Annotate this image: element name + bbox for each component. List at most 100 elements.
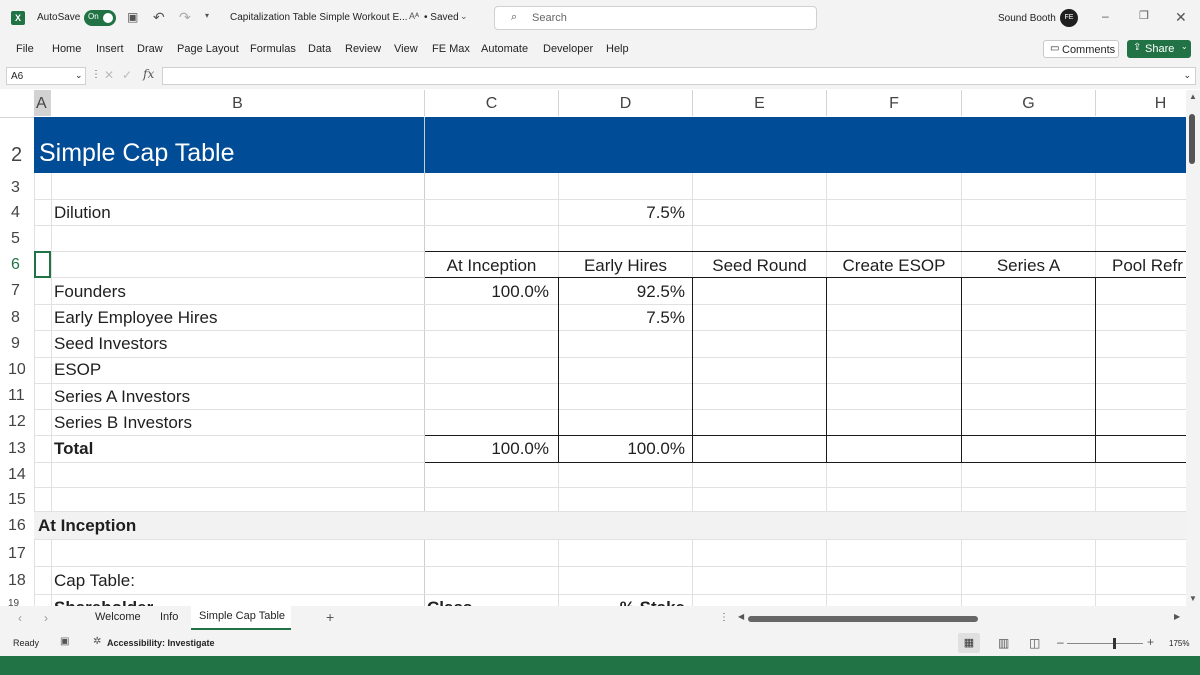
active-cell-a6[interactable] [34,251,51,278]
header-at-inception[interactable]: At Inception [425,256,558,276]
tab-insert[interactable]: Insert [96,43,124,55]
row-header[interactable]: 6 [0,256,34,274]
page-layout-view-icon[interactable]: ▥ [998,637,1009,649]
sheet-tab-welcome[interactable]: Welcome [95,611,141,623]
zoom-slider[interactable] [1067,643,1143,644]
next-sheet-icon[interactable]: › [44,612,48,624]
column-header-e[interactable]: E [693,90,827,116]
tab-developer[interactable]: Developer [543,43,593,55]
row-header[interactable]: 7 [0,282,34,300]
header-series-a[interactable]: Series A [962,256,1095,276]
tab-home[interactable]: Home [52,43,81,55]
d8-value[interactable]: 7.5% [559,308,685,328]
vertical-scrollbar[interactable]: ▲ ▼ [1186,90,1200,606]
row-header[interactable]: 13 [0,440,34,458]
more-options-icon[interactable]: ⋮ [91,70,101,80]
row-header[interactable]: 17 [0,545,34,563]
tab-fe-max[interactable]: FE Max [432,43,470,55]
scroll-left-icon[interactable]: ◀ [738,613,744,621]
scroll-right-icon[interactable]: ▶ [1174,613,1180,621]
scroll-up-icon[interactable]: ▲ [1189,92,1197,101]
row-header[interactable]: 16 [0,517,34,535]
shareholder-esop[interactable]: ESOP [54,360,101,380]
row-header[interactable]: 4 [0,204,34,222]
tab-view[interactable]: View [394,43,418,55]
name-box[interactable]: A6 ⌄ [6,67,86,85]
prev-sheet-icon[interactable]: ‹ [18,612,22,624]
select-all-corner[interactable] [0,90,34,117]
scroll-down-icon[interactable]: ▼ [1189,594,1197,603]
tab-data[interactable]: Data [308,43,331,55]
cap-table-label[interactable]: Cap Table: [54,571,135,591]
user-name[interactable]: Sound Booth [998,13,1056,24]
worksheet-grid[interactable]: A B C D E F G H Simple Cap Table 2 3 4 5… [0,90,1186,606]
file-name[interactable]: Capitalization Table Simple Workout E... [230,12,408,23]
insert-function-icon[interactable]: fx [143,68,154,80]
formula-input[interactable]: ⌄ [162,67,1196,85]
column-header-a[interactable]: A [34,90,51,116]
shareholder-early-employees[interactable]: Early Employee Hires [54,308,217,328]
row-header[interactable]: 19 [0,598,34,606]
undo-icon[interactable]: ↶ [153,10,165,24]
scroll-thumb[interactable] [1189,114,1195,164]
customize-qat-icon[interactable]: ▾ [205,12,209,20]
column-header-h[interactable]: H [1096,90,1186,116]
column-header-b[interactable]: B [51,90,425,116]
column-header-d[interactable]: D [559,90,693,116]
shareholder-seed-investors[interactable]: Seed Investors [54,334,167,354]
accessibility-icon[interactable]: ✲ [93,637,101,647]
enter-icon[interactable]: ✓ [122,69,132,81]
minimize-icon[interactable]: – [1102,10,1109,22]
column-header-g[interactable]: G [962,90,1096,116]
row-header[interactable]: 10 [0,361,34,379]
total-d[interactable]: 100.0% [559,439,685,459]
row-header[interactable]: 2 [0,144,34,167]
row-header[interactable]: 15 [0,491,34,509]
horizontal-scroll-thumb[interactable] [748,616,978,622]
tab-page-layout[interactable]: Page Layout [177,43,239,55]
total-c[interactable]: 100.0% [425,439,549,459]
close-icon[interactable]: ✕ [1175,10,1187,24]
shareholder-founders[interactable]: Founders [54,282,126,302]
tab-formulas[interactable]: Formulas [250,43,296,55]
more-options-icon[interactable]: ⋮ [719,613,729,623]
autosave-toggle[interactable]: On [84,10,116,26]
zoom-slider-thumb[interactable] [1113,638,1116,649]
tab-draw[interactable]: Draw [137,43,163,55]
sheet-tab-simple-cap-table[interactable]: Simple Cap Table [199,610,285,622]
header-seed-round[interactable]: Seed Round [693,256,826,276]
dilution-value[interactable]: 7.5% [559,203,685,223]
row-header[interactable]: 12 [0,413,34,431]
share-button[interactable]: ⇪ Share ⌄ [1127,40,1191,58]
tab-help[interactable]: Help [606,43,629,55]
row-header[interactable]: 18 [0,572,34,590]
comments-button[interactable]: ▭ Comments [1043,40,1119,58]
header-early-hires[interactable]: Early Hires [559,256,692,276]
dilution-label[interactable]: Dilution [54,203,111,223]
tab-review[interactable]: Review [345,43,381,55]
add-sheet-icon[interactable]: + [326,610,334,624]
save-icon[interactable]: ▣ [127,11,138,23]
avatar[interactable]: FE [1060,9,1078,27]
row19-shareholder[interactable]: Shareholder [54,598,153,606]
row-header[interactable]: 11 [0,387,34,405]
row-header[interactable]: 8 [0,309,34,327]
sheet-title[interactable]: Simple Cap Table [39,139,234,168]
row-header[interactable]: 9 [0,335,34,353]
cancel-icon[interactable]: ✕ [104,69,114,81]
header-create-esop[interactable]: Create ESOP [827,256,961,276]
row-header[interactable]: 5 [0,230,34,248]
row-header[interactable]: 14 [0,466,34,484]
zoom-in-icon[interactable]: + [1147,636,1154,648]
search-box[interactable]: ⌕ Search [494,6,817,30]
restore-icon[interactable]: ❐ [1139,11,1149,22]
saved-status[interactable]: • Saved [424,12,459,23]
sheet-tab-info[interactable]: Info [160,611,178,623]
d7-value[interactable]: 92.5% [559,282,685,302]
total-label[interactable]: Total [54,439,93,459]
redo-icon[interactable]: ↷ [179,10,191,24]
header-pool-refresh[interactable]: Pool Refr [1112,256,1186,276]
shareholder-series-b[interactable]: Series B Investors [54,413,192,433]
accessibility-status[interactable]: Accessibility: Investigate [107,638,215,648]
page-break-view-icon[interactable]: ◫ [1029,637,1040,649]
